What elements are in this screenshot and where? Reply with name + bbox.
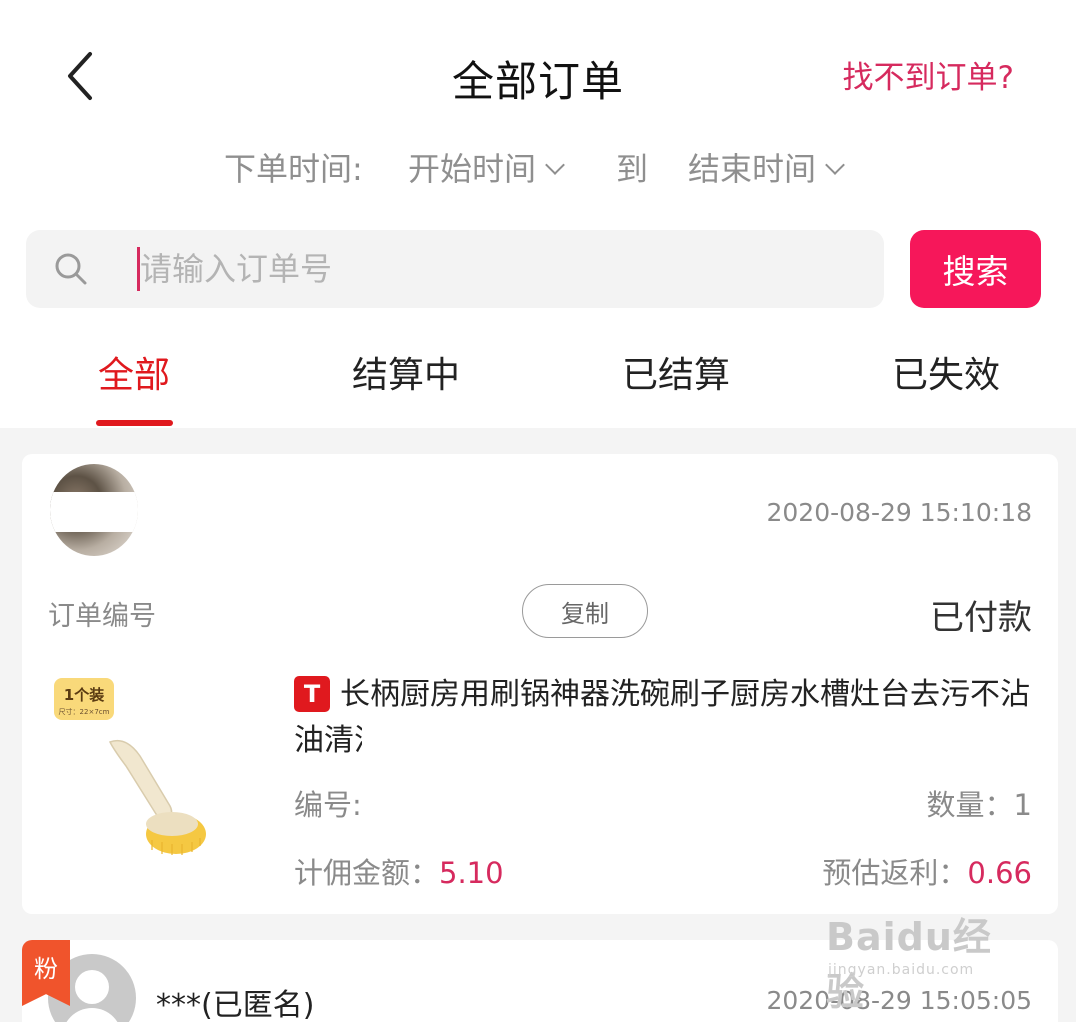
redaction-mask	[50, 492, 138, 532]
commission: 计佣金额：5.10	[294, 850, 504, 892]
person-body	[62, 1008, 122, 1022]
search-button[interactable]: 搜索	[910, 230, 1041, 308]
svg-text:尺寸：22×7cm: 尺寸：22×7cm	[59, 707, 110, 716]
date-to-label: 到	[616, 150, 649, 188]
svg-text:1个装: 1个装	[64, 686, 105, 704]
search-box[interactable]	[26, 230, 884, 308]
product-image[interactable]: 1个装 尺寸：22×7cm	[48, 676, 238, 876]
product-id-label: 编号:	[294, 788, 362, 822]
order-card[interactable]: 2020-08-29 15:10:18 订单编号 复制 已付款 1个装 尺寸：2…	[22, 454, 1058, 914]
person-icon	[75, 970, 109, 1004]
chevron-down-icon	[825, 155, 845, 175]
end-time-select[interactable]: 结束时间	[688, 144, 845, 190]
rebate: 预估返利：0.66	[822, 850, 1032, 892]
copy-button[interactable]: 复制	[522, 584, 648, 638]
date-filter: 下单时间: 开始时间 到 结束时间	[0, 144, 1076, 194]
header-area: 全部订单 找不到订单? 下单时间: 开始时间 到 结束时间 搜索 全部 结算中 …	[0, 0, 1076, 428]
tab-invalid[interactable]: 已失效	[892, 346, 1000, 398]
order-time: 2020-08-29 15:10:18	[766, 498, 1032, 527]
order-status: 已付款	[930, 598, 1032, 638]
baidu-watermark: Baidu经验 jingyan.baidu.com	[826, 906, 1026, 1014]
order-number-label: 订单编号	[48, 601, 156, 632]
commission-label: 计佣金额：	[294, 856, 440, 890]
fan-badge: 粉	[22, 940, 70, 1006]
tab-all[interactable]: 全部	[98, 346, 170, 398]
search-icon	[55, 253, 87, 285]
end-time-label: 结束时间	[688, 150, 817, 188]
brush-image: 1个装 尺寸：22×7cm	[54, 678, 206, 855]
quantity-value: 1	[1013, 788, 1032, 822]
quantity-label: 数量：	[926, 788, 1014, 822]
order-number-input[interactable]	[140, 242, 860, 296]
status-tabs: 全部 结算中 已结算 已失效	[0, 346, 1076, 428]
avatar	[50, 464, 138, 556]
start-time-select[interactable]: 开始时间	[408, 144, 565, 190]
buyer-name: ***(已匿名)	[156, 988, 315, 1022]
redaction-mask	[362, 724, 612, 760]
quantity: 数量：1	[927, 782, 1032, 824]
rebate-value: 0.66	[967, 856, 1032, 890]
start-time-label: 开始时间	[408, 150, 537, 188]
date-label: 下单时间:	[224, 150, 363, 188]
watermark-logo: Baidu经验	[826, 915, 992, 1014]
chevron-down-icon	[545, 155, 565, 175]
active-tab-indicator	[96, 420, 173, 426]
rebate-label: 预估返利：	[822, 856, 968, 890]
tab-settled[interactable]: 已结算	[622, 346, 730, 398]
tab-settling[interactable]: 结算中	[352, 346, 460, 398]
commission-value: 5.10	[439, 856, 504, 890]
watermark-url: jingyan.baidu.com	[828, 962, 975, 978]
order-not-found-link[interactable]: 找不到订单?	[843, 52, 1014, 97]
